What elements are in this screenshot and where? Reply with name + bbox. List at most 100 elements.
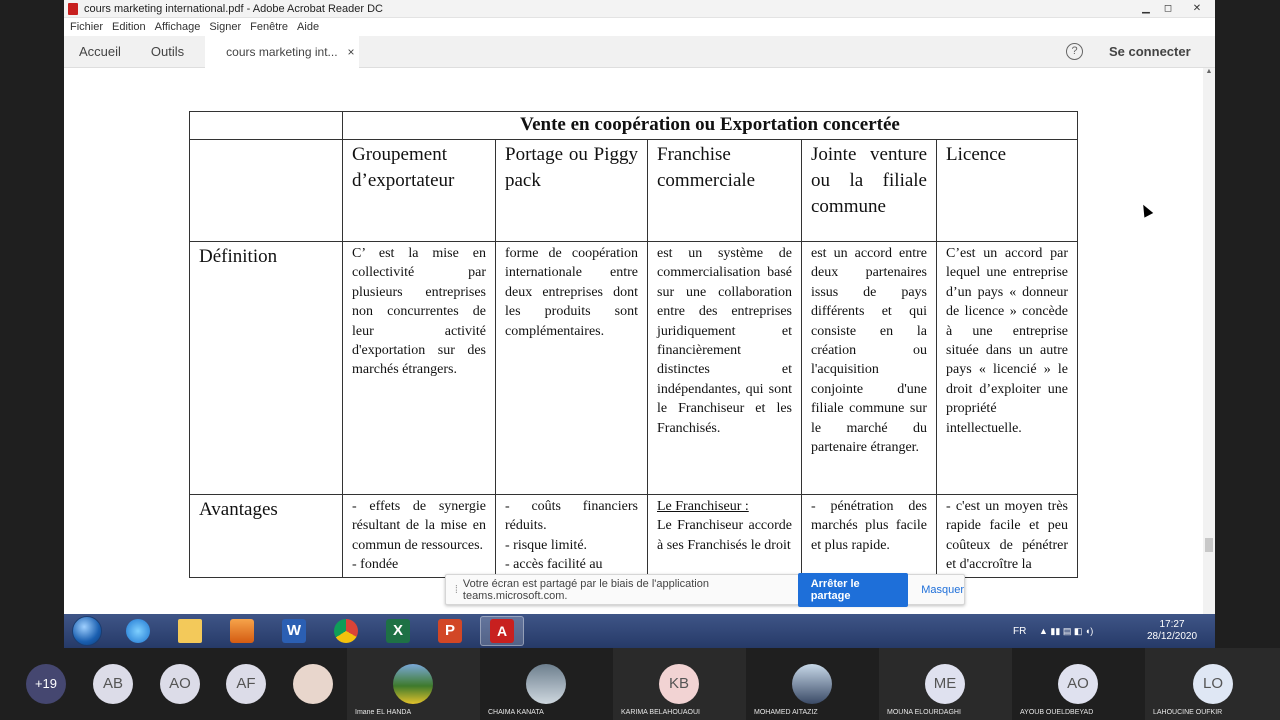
participant-name: CHAIMA KANATA (488, 709, 544, 716)
table-corner-cell (189, 139, 343, 242)
tab-accueil[interactable]: Accueil (64, 44, 136, 59)
participant-avatar: LO (1193, 664, 1233, 704)
language-indicator[interactable]: FR (1013, 614, 1026, 648)
table-row: Définition C’ est la mise en collectivit… (189, 241, 1078, 495)
column-header: Jointe venture ou la filiale commune (801, 139, 937, 242)
table-cell: - coûts financiers réduits. - risque limi… (495, 494, 648, 578)
tab-document[interactable]: cours marketing int... × (205, 35, 360, 68)
table-row: Avantages - effets de synergie résultant… (189, 494, 1078, 578)
participant-avatar: AO (1058, 664, 1098, 704)
system-clock[interactable]: 17:27 28/12/2020 (1144, 619, 1200, 643)
file-explorer-icon[interactable] (168, 616, 212, 646)
sign-in-button[interactable]: Se connecter (1109, 44, 1191, 59)
stop-sharing-button[interactable]: Arrêter le partage (797, 572, 909, 607)
menu-signer[interactable]: Signer (209, 21, 241, 33)
acrobat-window: cours marketing international.pdf - Adob… (64, 0, 1215, 614)
cell-line: - fondée (352, 557, 399, 573)
cell-text: Le Franchiseur accorde à ses Franchisés … (657, 518, 792, 553)
column-header: Franchise commerciale (647, 139, 802, 242)
table-cell: Le Franchiseur : Le Franchiseur accorde à… (647, 494, 802, 578)
cell-line: - effets de synergie résultant de la mis… (352, 499, 486, 553)
participant-tile[interactable]: LO LAHOUCINE OUFKIR (1145, 648, 1280, 720)
taskbar: W X P A FR ▲ ▮▮ ▤ ◧ ◖) 17:27 28/12/2020 (64, 614, 1215, 648)
comparison-table: Vente en coopération ou Exportation conc… (189, 111, 1078, 578)
column-header: Groupement d’exportateur (342, 139, 496, 242)
tab-outils[interactable]: Outils (136, 44, 199, 59)
cell-line: - c'est un moyen très rapide facile et p… (946, 499, 1068, 573)
participant-tile[interactable]: ME MOUNA ELOURDAGHI (879, 648, 1012, 720)
word-icon[interactable]: W (272, 616, 316, 646)
menu-affichage[interactable]: Affichage (155, 21, 201, 33)
table-cell: - effets de synergie résultant de la mis… (342, 494, 496, 578)
participant-tile[interactable]: MOHAMED AITAZIZ (746, 648, 879, 720)
powerpoint-icon[interactable]: P (428, 616, 472, 646)
clock-time: 17:27 (1159, 619, 1185, 630)
participant-avatar[interactable]: AO (160, 664, 200, 704)
participant-tile[interactable]: AO AYOUB OUELDBEYAD (1012, 648, 1145, 720)
cell-line: - coûts financiers réduits. (505, 499, 638, 534)
close-button[interactable]: ✕ (1179, 1, 1215, 17)
participant-name: MOUNA ELOURDAGHI (887, 709, 961, 716)
participant-photo (526, 664, 566, 704)
column-header: Licence (936, 139, 1078, 242)
participant-avatar[interactable]: AF (226, 664, 266, 704)
cell-line: - risque limité. (505, 537, 588, 553)
participant-avatar: ME (925, 664, 965, 704)
document-view[interactable]: Vente en coopération ou Exportation conc… (64, 68, 1215, 614)
cell-line: - pénétration des marchés plus facile et… (811, 499, 927, 553)
acrobat-taskbar-icon[interactable]: A (480, 616, 524, 646)
menu-bar: Fichier Edition Affichage Signer Fenêtre… (64, 18, 1215, 36)
maximize-button[interactable]: ◻ (1157, 1, 1179, 17)
minimize-button[interactable]: ▁ (1135, 1, 1157, 17)
more-participants-button[interactable]: +19 (26, 664, 66, 704)
pdf-icon (68, 2, 78, 15)
menu-aide[interactable]: Aide (297, 21, 319, 33)
excel-icon[interactable]: X (376, 616, 420, 646)
tab-bar: Accueil Outils cours marketing int... × … (64, 35, 1215, 68)
participant-tile[interactable]: Imane EL HANDA (347, 648, 480, 720)
row-label: Avantages (189, 494, 343, 578)
media-player-icon[interactable] (220, 616, 264, 646)
participant-photo (393, 664, 433, 704)
table-corner-cell (189, 111, 343, 140)
row-label: Définition (189, 241, 343, 495)
table-cell: C’ est la mise en collectivité par plusi… (342, 241, 496, 495)
menu-fichier[interactable]: Fichier (70, 21, 103, 33)
internet-explorer-icon[interactable] (116, 616, 160, 646)
participant-tile[interactable]: CHAIMA KANATA (480, 648, 613, 720)
screen-share-notification: ⁞ Votre écran est partagé par le biais d… (445, 572, 965, 607)
hide-notification-link[interactable]: Masquer (921, 584, 964, 596)
table-cell: est un système de commercialisation basé… (647, 241, 802, 495)
scroll-thumb[interactable] (1205, 538, 1213, 552)
drag-handle-icon[interactable]: ⁞ (450, 584, 463, 596)
table-cell: - pénétration des marchés plus facile et… (801, 494, 937, 578)
cell-line: - accès facilité au (505, 557, 603, 573)
table-cell: - c'est un moyen très rapide facile et p… (936, 494, 1078, 578)
clock-date: 28/12/2020 (1146, 631, 1198, 642)
participant-avatar[interactable]: AB (93, 664, 133, 704)
scroll-up-icon[interactable]: ▲ (1203, 68, 1215, 75)
participant-name: LAHOUCINE OUFKIR (1153, 709, 1223, 716)
start-button[interactable] (72, 616, 102, 646)
table-cell: C’est un accord par lequel une entrepris… (936, 241, 1078, 495)
help-icon[interactable]: ? (1066, 43, 1083, 60)
vertical-scrollbar[interactable]: ▲ (1203, 68, 1215, 614)
participant-photo[interactable] (293, 664, 333, 704)
tray-icons[interactable]: ▲ ▮▮ ▤ ◧ ◖) (1039, 614, 1093, 648)
menu-fenetre[interactable]: Fenêtre (250, 21, 288, 33)
window-title: cours marketing international.pdf - Adob… (84, 2, 383, 15)
menu-edition[interactable]: Edition (112, 21, 146, 33)
screen: cours marketing international.pdf - Adob… (0, 0, 1280, 720)
participant-name: KARIMA BELAHOUAOUI (621, 709, 700, 716)
column-header: Portage ou Piggy pack (495, 139, 648, 242)
chrome-icon[interactable] (324, 616, 368, 646)
participant-photo (792, 664, 832, 704)
participant-avatar: KB (659, 664, 699, 704)
title-bar: cours marketing international.pdf - Adob… (64, 0, 1215, 18)
table-title: Vente en coopération ou Exportation conc… (342, 111, 1078, 140)
close-tab-icon[interactable]: × (348, 45, 355, 59)
cell-heading: Le Franchiseur : (657, 499, 749, 514)
table-cell: est un accord entre deux partenaires iss… (801, 241, 937, 495)
table-cell: forme de coopération internationale entr… (495, 241, 648, 495)
participant-tile[interactable]: KB KARIMA BELAHOUAOUI (613, 648, 746, 720)
